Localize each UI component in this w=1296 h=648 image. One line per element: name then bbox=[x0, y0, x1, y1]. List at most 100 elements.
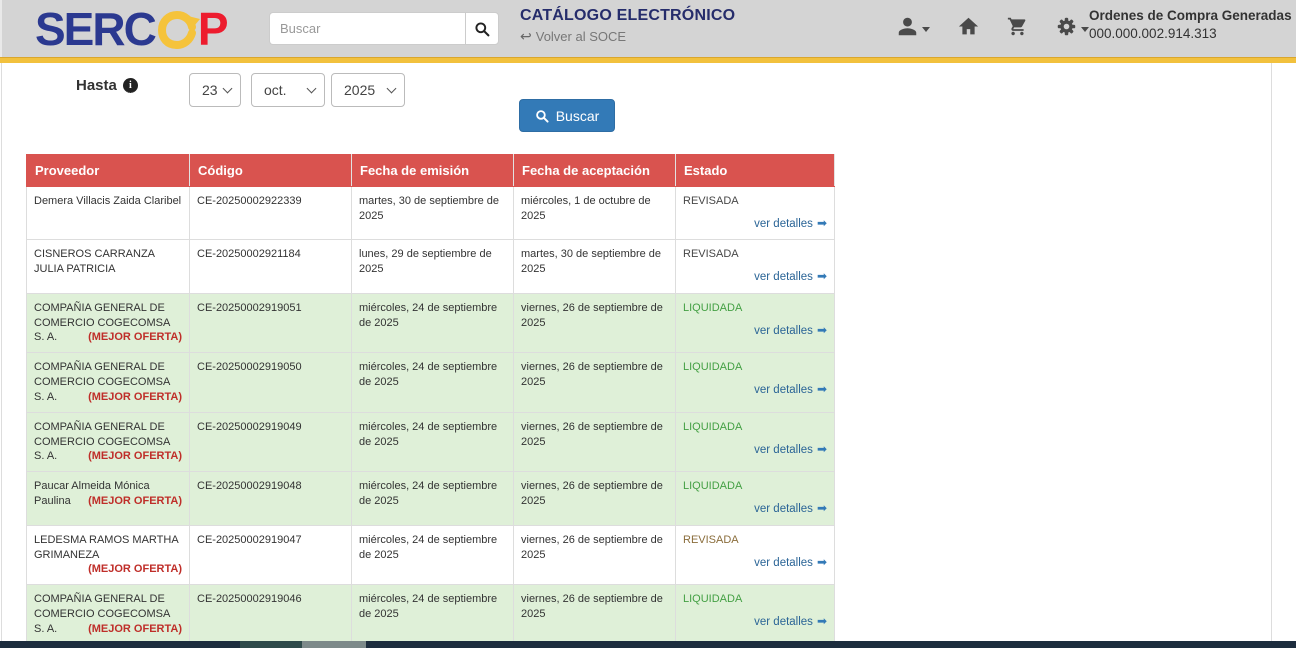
orders-generated-label: Ordenes de Compra Generadas bbox=[1089, 8, 1292, 23]
day-select[interactable]: 23 bbox=[189, 73, 241, 107]
ver-detalles-link[interactable]: ver detalles➡ bbox=[754, 271, 827, 283]
cell-fecha-aceptacion: viernes, 26 de septiembre de 2025 bbox=[514, 525, 676, 585]
volver-soce-label: Volver al SOCE bbox=[536, 29, 626, 44]
cart-button[interactable] bbox=[1007, 16, 1028, 37]
cell-fecha-aceptacion: viernes, 26 de septiembre de 2025 bbox=[514, 585, 676, 645]
cell-proveedor: Paucar Almeida Mónica Paulina (MEJOR OFE… bbox=[27, 472, 190, 525]
arrow-right-icon: ➡ bbox=[817, 555, 827, 569]
ver-detalles-link[interactable]: ver detalles➡ bbox=[754, 218, 827, 230]
volver-soce-link[interactable]: ↩ Volver al SOCE bbox=[520, 28, 735, 45]
year-select[interactable]: 2025 bbox=[331, 73, 405, 107]
orders-table-body: Demera Villacis Zaida ClaribelCE-2025000… bbox=[27, 187, 835, 648]
ver-detalles-link[interactable]: ver detalles➡ bbox=[754, 616, 827, 628]
ver-detalles-link[interactable]: ver detalles➡ bbox=[754, 444, 827, 456]
chevron-down-icon bbox=[307, 83, 317, 93]
search-input[interactable] bbox=[269, 12, 465, 45]
detail-line: ver detalles➡ bbox=[683, 381, 827, 399]
mejor-oferta-label: (MEJOR OFERTA) bbox=[88, 622, 182, 637]
cell-fecha-emision: miércoles, 24 de septiembre de 2025 bbox=[352, 412, 514, 472]
cell-estado: LIQUIDADA ver detalles➡ bbox=[676, 293, 835, 353]
hasta-label: Hasta bbox=[76, 77, 117, 94]
cell-estado: REVISADA ver detalles➡ bbox=[676, 240, 835, 293]
page-title: CATÁLOGO ELECTRÓNICO bbox=[520, 7, 735, 25]
table-row: COMPAÑIA GENERAL DE COMERCIO COGECOMSA S… bbox=[27, 585, 835, 645]
logo-text-p: P bbox=[198, 6, 227, 52]
arrow-right-icon: ➡ bbox=[817, 216, 827, 230]
arrow-right-icon: ➡ bbox=[817, 323, 827, 337]
mejor-oferta-label: (MEJOR OFERTA) bbox=[88, 494, 182, 509]
cell-proveedor: COMPAÑIA GENERAL DE COMERCIO COGECOMSA S… bbox=[27, 353, 190, 413]
status-badge: LIQUIDADA bbox=[683, 301, 827, 316]
arrow-right-icon: ➡ bbox=[817, 614, 827, 628]
cell-proveedor: CISNEROS CARRANZA JULIA PATRICIA bbox=[27, 240, 190, 293]
page: SER C P CATÁLOGO ELECTRÓNICO ↩ Volv bbox=[0, 0, 1296, 648]
user-menu-button[interactable] bbox=[897, 16, 930, 37]
cell-estado: LIQUIDADAver detalles➡ bbox=[676, 472, 835, 525]
search-button[interactable] bbox=[465, 12, 499, 45]
cell-estado: REVISADA ver detalles➡ bbox=[676, 525, 835, 585]
month-select[interactable]: oct. bbox=[251, 73, 325, 107]
cell-fecha-emision: martes, 30 de septiembre de 2025 bbox=[352, 187, 514, 240]
cell-estado: LIQUIDADA ver detalles➡ bbox=[676, 585, 835, 645]
cell-fecha-aceptacion: viernes, 26 de septiembre de 2025 bbox=[514, 412, 676, 472]
cell-proveedor: COMPAÑIA GENERAL DE COMERCIO COGECOMSA S… bbox=[27, 412, 190, 472]
cell-estado: LIQUIDADA ver detalles➡ bbox=[676, 412, 835, 472]
table-row: COMPAÑIA GENERAL DE COMERCIO COGECOMSA S… bbox=[27, 353, 835, 413]
proveedor-name: CISNEROS CARRANZA JULIA PATRICIA bbox=[34, 248, 154, 275]
status-badge: LIQUIDADA bbox=[683, 360, 827, 375]
status-badge: REVISADA bbox=[683, 247, 827, 262]
year-select-value: 2025 bbox=[344, 82, 375, 98]
detail-line: ver detalles➡ bbox=[683, 500, 827, 518]
ver-detalles-link[interactable]: ver detalles➡ bbox=[754, 325, 827, 337]
status-badge: REVISADA bbox=[683, 194, 827, 209]
buscar-button[interactable]: Buscar bbox=[519, 99, 615, 132]
chevron-down-icon bbox=[223, 83, 233, 93]
cell-codigo: CE-20250002922339 bbox=[190, 187, 352, 240]
info-icon[interactable]: i bbox=[123, 78, 138, 93]
orders-table: ProveedorCódigoFecha de emisiónFecha de … bbox=[26, 154, 835, 648]
hand-back-icon: ↩ bbox=[520, 28, 532, 45]
chevron-down-icon bbox=[387, 83, 397, 93]
orders-generated-number: 000.000.002.914.313 bbox=[1089, 26, 1292, 41]
cell-proveedor: LEDESMA RAMOS MARTHA GRIMANEZA (MEJOR OF… bbox=[27, 525, 190, 585]
scrollbar-thumb[interactable] bbox=[302, 641, 366, 648]
home-icon bbox=[958, 16, 979, 37]
horizontal-scrollbar[interactable] bbox=[0, 641, 1296, 648]
status-badge: LIQUIDADA bbox=[683, 420, 827, 435]
ver-detalles-link[interactable]: ver detalles➡ bbox=[754, 384, 827, 396]
cell-fecha-emision: miércoles, 24 de septiembre de 2025 bbox=[352, 525, 514, 585]
search-icon bbox=[535, 109, 549, 123]
month-select-value: oct. bbox=[264, 82, 287, 98]
header-icon-bar bbox=[897, 16, 1089, 37]
title-block: CATÁLOGO ELECTRÓNICO ↩ Volver al SOCE bbox=[520, 7, 735, 45]
cell-codigo: CE-20250002919049 bbox=[190, 412, 352, 472]
column-header: Fecha de aceptación bbox=[514, 155, 676, 187]
ver-detalles-link[interactable]: ver detalles➡ bbox=[754, 503, 827, 515]
detail-line: ver detalles➡ bbox=[683, 441, 827, 459]
mejor-oferta-label: (MEJOR OFERTA) bbox=[88, 330, 182, 345]
mejor-oferta-label: (MEJOR OFERTA) bbox=[88, 390, 182, 405]
mejor-oferta-label: (MEJOR OFERTA) bbox=[88, 562, 182, 577]
ver-detalles-link[interactable]: ver detalles➡ bbox=[754, 557, 827, 569]
arrow-right-icon: ➡ bbox=[817, 382, 827, 396]
proveedor-name: LEDESMA RAMOS MARTHA GRIMANEZA bbox=[34, 534, 178, 561]
column-header: Fecha de emisión bbox=[352, 155, 514, 187]
chevron-down-icon bbox=[1081, 27, 1089, 32]
buscar-button-label: Buscar bbox=[556, 108, 600, 124]
cell-codigo: CE-20250002919046 bbox=[190, 585, 352, 645]
home-button[interactable] bbox=[958, 16, 979, 37]
table-header-row: ProveedorCódigoFecha de emisiónFecha de … bbox=[27, 155, 835, 187]
detail-line: ver detalles➡ bbox=[683, 268, 827, 286]
table-row: COMPAÑIA GENERAL DE COMERCIO COGECOMSA S… bbox=[27, 293, 835, 353]
logo-text-ser: SER bbox=[35, 6, 124, 52]
status-badge: REVISADA bbox=[683, 533, 827, 548]
day-select-value: 23 bbox=[202, 82, 218, 98]
sercop-logo: SER C P bbox=[35, 3, 227, 55]
logo-arrow-o-icon bbox=[154, 5, 200, 53]
settings-button[interactable] bbox=[1056, 16, 1089, 37]
cell-fecha-emision: miércoles, 24 de septiembre de 2025 bbox=[352, 585, 514, 645]
cell-estado: LIQUIDADA ver detalles➡ bbox=[676, 353, 835, 413]
status-badge: LIQUIDADA bbox=[683, 592, 827, 607]
cell-proveedor: COMPAÑIA GENERAL DE COMERCIO COGECOMSA S… bbox=[27, 585, 190, 645]
table-row: Paucar Almeida Mónica Paulina (MEJOR OFE… bbox=[27, 472, 835, 525]
